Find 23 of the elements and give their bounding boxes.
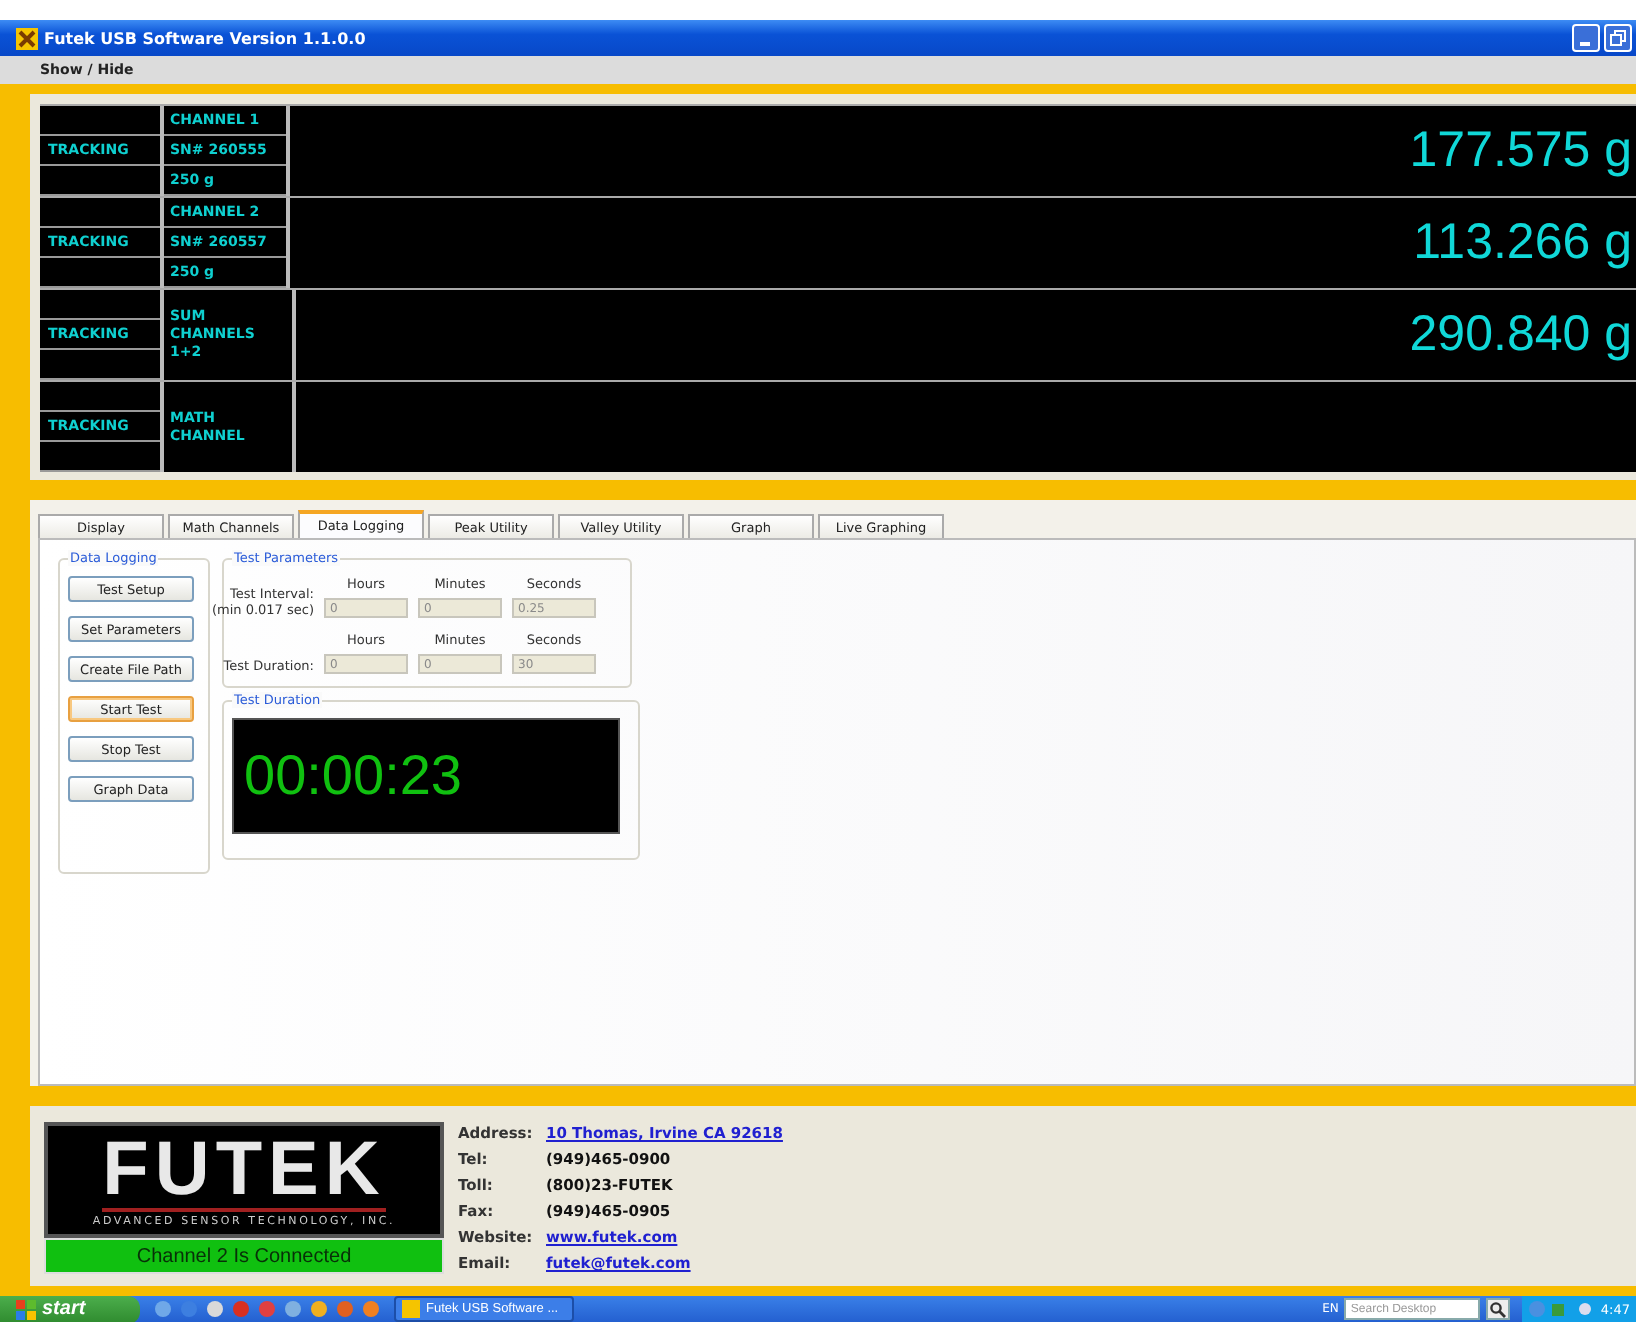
window-title: Futek USB Software Version 1.1.0.0 (44, 29, 366, 47)
timer-value: 00:00:23 (244, 744, 462, 808)
connection-status: Channel 2 Is Connected (44, 1238, 444, 1274)
app-icon (16, 27, 38, 49)
minimize-button[interactable] (1572, 24, 1600, 52)
channel-reading: 177.575 g (1409, 122, 1632, 180)
search-button[interactable] (1486, 1298, 1511, 1320)
start-label: start (42, 1298, 86, 1320)
launch-button[interactable] (152, 1298, 174, 1320)
channel-reading: 290.840 g (1409, 306, 1632, 364)
launch-button[interactable] (308, 1298, 330, 1320)
launch-button[interactable] (204, 1298, 226, 1320)
windows-logo-icon (16, 1299, 36, 1319)
launch-button[interactable] (360, 1298, 382, 1320)
search-icon (1490, 1301, 1507, 1317)
app-icon (402, 1300, 420, 1318)
restore-icon (1610, 30, 1626, 46)
logo-text: FUTEK (102, 1132, 386, 1212)
channel-reading: 113.266 g (1413, 214, 1632, 272)
restore-button[interactable] (1604, 24, 1632, 52)
launch-button[interactable] (282, 1298, 304, 1320)
tray-icon (1528, 1300, 1547, 1318)
tray-icon (1576, 1300, 1595, 1318)
